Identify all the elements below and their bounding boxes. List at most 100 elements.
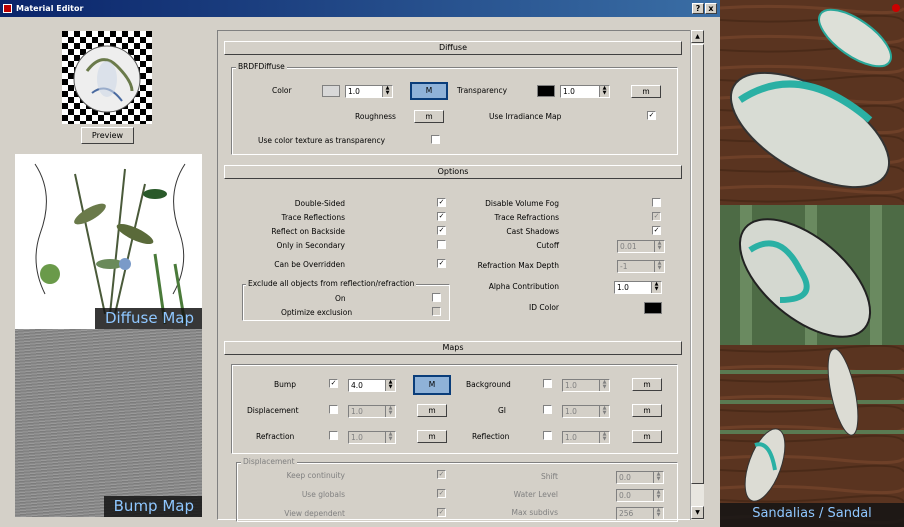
shift-spinner[interactable]: 0.0 ▲ ▼ (616, 471, 664, 484)
background-map-button[interactable]: m (632, 378, 662, 391)
trace-reflections-checkbox[interactable]: ✓ (437, 212, 446, 221)
bump-amount-spinner[interactable]: 4.0 ▲ ▼ (348, 379, 396, 392)
gi-amount-spinner[interactable]: 1.0 ▲ ▼ (562, 405, 610, 418)
diffuse-map-label: Diffuse Map (94, 308, 202, 329)
refraction-max-depth-label: Refraction Max Depth (477, 261, 559, 270)
color-swatch[interactable] (322, 85, 340, 97)
displacement-map-button[interactable]: m (417, 404, 447, 417)
background-label: Background (466, 380, 511, 389)
window-title: Material Editor (16, 4, 84, 13)
spinner-arrows-icon[interactable]: ▲ ▼ (653, 472, 663, 483)
id-color-label: ID Color (529, 303, 559, 312)
only-secondary-label: Only in Secondary (276, 241, 345, 250)
displacement-group-label: Displacement (241, 457, 297, 466)
alpha-contribution-spinner[interactable]: 1.0 ▲ ▼ (614, 281, 662, 294)
displacement-label: Displacement (247, 406, 299, 415)
view-dependent-checkbox[interactable]: ✓ (437, 508, 446, 517)
spinner-arrows-icon[interactable]: ▲ ▼ (651, 282, 661, 293)
view-dependent-label: View dependent (284, 509, 345, 518)
spinner-arrows-icon[interactable]: ▲ ▼ (599, 380, 609, 391)
can-be-overridden-checkbox[interactable]: ✓ (437, 259, 446, 268)
close-button[interactable]: x (705, 3, 717, 14)
irradiance-checkbox[interactable]: ✓ (647, 111, 656, 120)
preview-button[interactable]: Preview (81, 127, 134, 144)
help-button[interactable]: ? (692, 3, 704, 14)
color-map-button[interactable]: M (410, 82, 448, 100)
trace-refractions-label: Trace Refractions (494, 213, 560, 222)
diffuse-map-preview: Diffuse Map (15, 154, 202, 329)
max-subdivs-spinner[interactable]: 256 ▲ ▼ (616, 507, 664, 520)
spinner-arrows-icon[interactable]: ▲ ▼ (385, 432, 395, 443)
spinner-arrows-icon[interactable]: ▲ ▼ (654, 261, 664, 272)
reflection-amount-spinner[interactable]: 1.0 ▲ ▼ (562, 431, 610, 444)
exclude-on-checkbox[interactable] (432, 293, 441, 302)
irradiance-label: Use Irradiance Map (489, 112, 562, 121)
spinner-arrows-icon[interactable]: ▲ ▼ (653, 490, 663, 501)
vertical-scrollbar[interactable]: ▲ ▼ (690, 30, 704, 520)
refraction-amount-spinner[interactable]: 1.0 ▲ ▼ (348, 431, 396, 444)
scroll-down-icon[interactable]: ▼ (691, 506, 704, 519)
double-sided-checkbox[interactable]: ✓ (437, 198, 446, 207)
trace-refractions-checkbox[interactable]: ✓ (652, 212, 661, 221)
bump-map-button[interactable]: M (413, 375, 451, 395)
background-checkbox[interactable] (543, 379, 552, 388)
section-diffuse-header[interactable]: Diffuse (224, 41, 682, 55)
double-sided-label: Double-Sided (294, 199, 345, 208)
disable-volume-fog-checkbox[interactable] (652, 198, 661, 207)
background-amount-spinner[interactable]: 1.0 ▲ ▼ (562, 379, 610, 392)
transparency-swatch[interactable] (537, 85, 555, 97)
refraction-label: Refraction (256, 432, 295, 441)
can-be-overridden-label: Can be Overridden (274, 260, 345, 269)
scroll-thumb[interactable] (691, 44, 704, 484)
use-globals-checkbox[interactable]: ✓ (437, 489, 446, 498)
color-texture-transparency-checkbox[interactable] (431, 135, 440, 144)
reflection-checkbox[interactable] (543, 431, 552, 440)
cast-shadows-checkbox[interactable]: ✓ (652, 226, 661, 235)
render-preview-image (720, 0, 904, 527)
section-maps-header[interactable]: Maps (224, 341, 682, 355)
roughness-label: Roughness (355, 112, 396, 121)
spinner-arrows-icon[interactable]: ▲ ▼ (385, 380, 395, 391)
gi-label: GI (498, 406, 507, 415)
render-caption: Sandalias / Sandal (720, 503, 904, 527)
cutoff-spinner[interactable]: 0.01 ▲ ▼ (617, 240, 665, 253)
disable-volume-fog-label: Disable Volume Fog (485, 199, 559, 208)
refraction-checkbox[interactable] (329, 431, 338, 440)
spinner-arrows-icon[interactable]: ▲ ▼ (653, 508, 663, 519)
spinner-arrows-icon[interactable]: ▲ ▼ (654, 241, 664, 252)
reflection-map-button[interactable]: m (632, 430, 662, 443)
spinner-arrows-icon[interactable]: ▲ ▼ (382, 86, 392, 97)
id-color-swatch[interactable] (644, 302, 662, 314)
optimize-exclusion-label: Optimize exclusion (281, 308, 353, 317)
max-subdivs-label: Max subdivs (511, 508, 558, 517)
displacement-checkbox[interactable] (329, 405, 338, 414)
only-secondary-checkbox[interactable] (437, 240, 446, 249)
bump-map-preview: Bump Map (15, 329, 202, 517)
bump-checkbox[interactable]: ✓ (329, 379, 338, 388)
spinner-arrows-icon[interactable]: ▲ ▼ (599, 86, 609, 97)
color-amount-spinner[interactable]: 1.0 ▲ ▼ (345, 85, 393, 98)
transparency-map-button[interactable]: m (631, 85, 661, 98)
refraction-map-button[interactable]: m (417, 430, 447, 443)
optimize-exclusion-checkbox[interactable] (432, 307, 441, 316)
transparency-amount-spinner[interactable]: 1.0 ▲ ▼ (560, 85, 610, 98)
cutoff-label: Cutoff (536, 241, 559, 250)
water-level-spinner[interactable]: 0.0 ▲ ▼ (616, 489, 664, 502)
section-options-header[interactable]: Options (224, 165, 682, 179)
gi-checkbox[interactable] (543, 405, 552, 414)
scroll-up-icon[interactable]: ▲ (691, 30, 704, 43)
keep-continuity-checkbox[interactable]: ✓ (437, 470, 446, 479)
reflect-backside-checkbox[interactable]: ✓ (437, 226, 446, 235)
alpha-contribution-label: Alpha Contribution (488, 282, 559, 291)
spinner-arrows-icon[interactable]: ▲ ▼ (599, 432, 609, 443)
gi-map-button[interactable]: m (632, 404, 662, 417)
displacement-amount-spinner[interactable]: 1.0 ▲ ▼ (348, 405, 396, 418)
roughness-map-button[interactable]: m (414, 110, 444, 123)
shift-label: Shift (540, 472, 558, 481)
bump-label: Bump (274, 380, 296, 389)
refraction-max-depth-spinner[interactable]: -1 ▲ ▼ (617, 260, 665, 273)
spinner-arrows-icon[interactable]: ▲ ▼ (599, 406, 609, 417)
use-globals-label: Use globals (301, 490, 345, 499)
reflection-label: Reflection (472, 432, 510, 441)
spinner-arrows-icon[interactable]: ▲ ▼ (385, 406, 395, 417)
